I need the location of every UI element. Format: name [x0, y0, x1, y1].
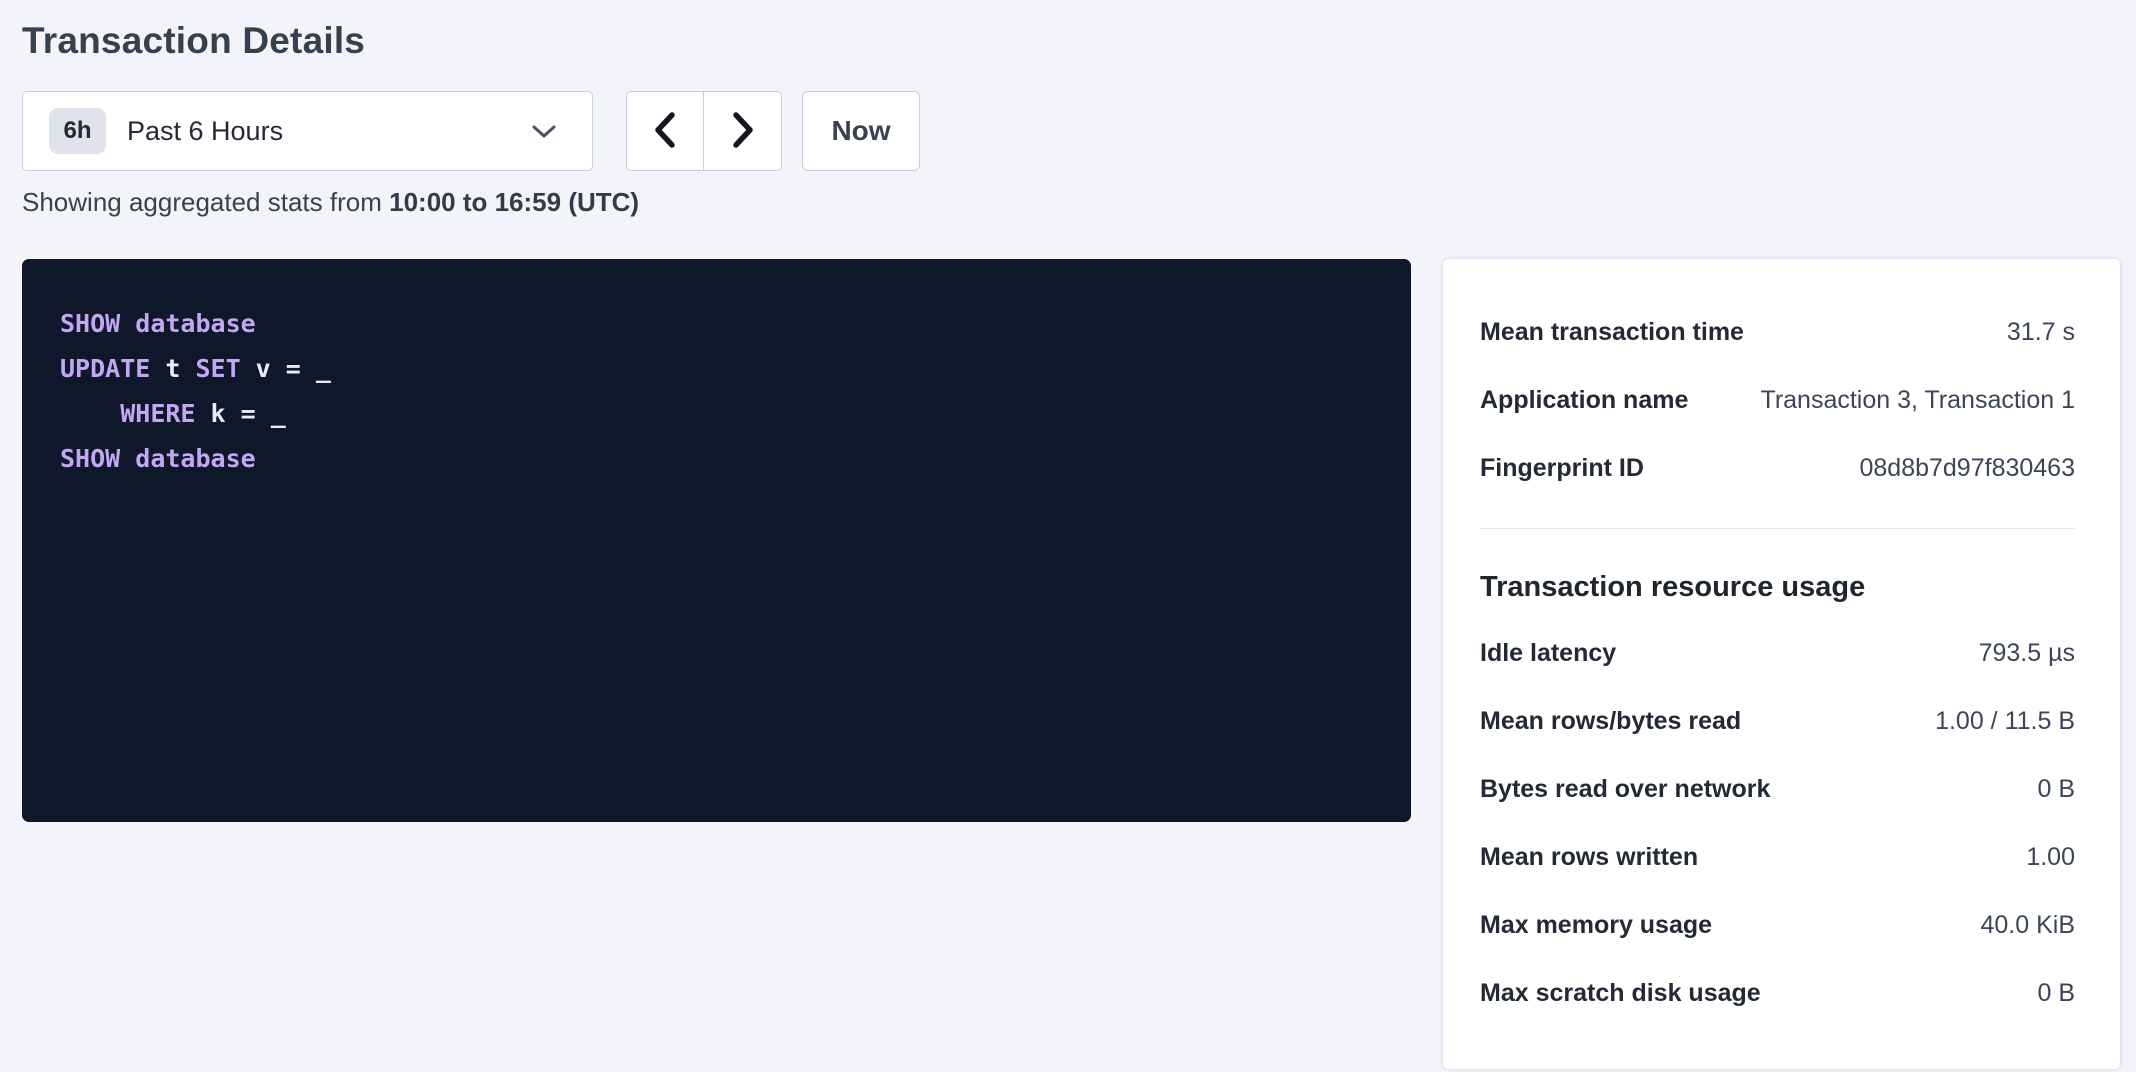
transaction-details-page: Transaction Details 6h Past 6 Hours [0, 0, 2136, 1069]
time-controls: 6h Past 6 Hours [22, 91, 2120, 171]
overview-stat-value: 31.7 s [2007, 318, 2075, 347]
sql-keyword: SHOW [60, 309, 120, 338]
resource-rows: Idle latency 793.5 µs Mean rows/bytes read… [1480, 619, 2075, 1027]
resource-stat-label: Mean rows/bytes read [1480, 707, 1741, 736]
now-button[interactable]: Now [802, 91, 920, 171]
resource-stat-value: 40.0 KiB [1980, 911, 2075, 940]
sql-text: v = _ [241, 354, 331, 383]
time-step-button-group [626, 91, 782, 171]
overview-stat-value: Transaction 3, Transaction 1 [1760, 386, 2075, 415]
resource-usage-heading: Transaction resource usage [1480, 567, 2075, 607]
chevron-right-icon [730, 111, 756, 152]
resource-stat-label: Idle latency [1480, 639, 1616, 668]
overview-stat-label: Mean transaction time [1480, 318, 1744, 347]
resource-stat-row: Mean rows written 1.00 [1480, 823, 2075, 891]
overview-stat-value: 08d8b7d97f830463 [1859, 454, 2075, 483]
sql-code: SHOW database UPDATE t SET v = _ WHERE k… [60, 301, 1373, 481]
sql-keyword: UPDATE [60, 354, 150, 383]
transaction-summary-card: Mean transaction time 31.7 s Application n… [1443, 259, 2120, 1069]
time-range-badge: 6h [49, 108, 106, 154]
aggregated-stats-prefix: Showing aggregated stats from [22, 187, 389, 217]
resource-stat-row: Max memory usage 40.0 KiB [1480, 891, 2075, 959]
resource-stat-value: 793.5 µs [1979, 639, 2075, 668]
overview-rows: Mean transaction time 31.7 s Application n… [1480, 298, 2075, 502]
sql-keyword: WHERE [120, 399, 195, 428]
resource-stat-value: 1.00 / 11.5 B [1935, 707, 2075, 736]
overview-stat-label: Fingerprint ID [1480, 454, 1644, 483]
previous-interval-button[interactable] [627, 92, 704, 170]
next-interval-button[interactable] [704, 92, 781, 170]
sql-text: k = _ [195, 399, 285, 428]
sql-text: t [150, 354, 195, 383]
sql-keyword: database [135, 309, 255, 338]
transaction-sql-panel: SHOW database UPDATE t SET v = _ WHERE k… [22, 259, 1411, 822]
aggregated-stats-range: 10:00 to 16:59 (UTC) [389, 187, 639, 217]
main-content: SHOW database UPDATE t SET v = _ WHERE k… [22, 259, 2120, 1069]
resource-stat-row: Idle latency 793.5 µs [1480, 619, 2075, 687]
overview-stat-label: Application name [1480, 386, 1688, 415]
resource-stat-label: Max memory usage [1480, 911, 1712, 940]
sql-keyword: database [135, 444, 255, 473]
page-title: Transaction Details [22, 22, 2120, 59]
resource-stat-value: 1.00 [2026, 843, 2075, 872]
resource-stat-label: Max scratch disk usage [1480, 979, 1761, 1008]
overview-stat-row: Mean transaction time 31.7 s [1480, 298, 2075, 366]
overview-stat-row: Fingerprint ID 08d8b7d97f830463 [1480, 434, 2075, 502]
resource-stat-row: Mean rows/bytes read 1.00 / 11.5 B [1480, 687, 2075, 755]
time-range-dropdown[interactable]: 6h Past 6 Hours [22, 91, 593, 171]
sql-keyword: SET [195, 354, 240, 383]
resource-stat-row: Bytes read over network 0 B [1480, 755, 2075, 823]
overview-stat-row: Application name Transaction 3, Transacti… [1480, 366, 2075, 434]
time-range-selected-label: Past 6 Hours [127, 116, 283, 147]
resource-stat-label: Mean rows written [1480, 843, 1698, 872]
aggregated-stats-caption: Showing aggregated stats from 10:00 to 1… [22, 187, 2120, 218]
sql-text [120, 309, 135, 338]
chevron-down-icon [530, 122, 558, 140]
resource-stat-value: 0 B [2037, 979, 2075, 1008]
resource-stat-label: Bytes read over network [1480, 775, 1770, 804]
sql-keyword: SHOW [60, 444, 120, 473]
sql-text [120, 444, 135, 473]
resource-stat-row: Max scratch disk usage 0 B [1480, 959, 2075, 1027]
chevron-left-icon [652, 111, 678, 152]
card-divider [1480, 528, 2075, 529]
resource-stat-value: 0 B [2037, 775, 2075, 804]
sql-text [60, 399, 120, 428]
